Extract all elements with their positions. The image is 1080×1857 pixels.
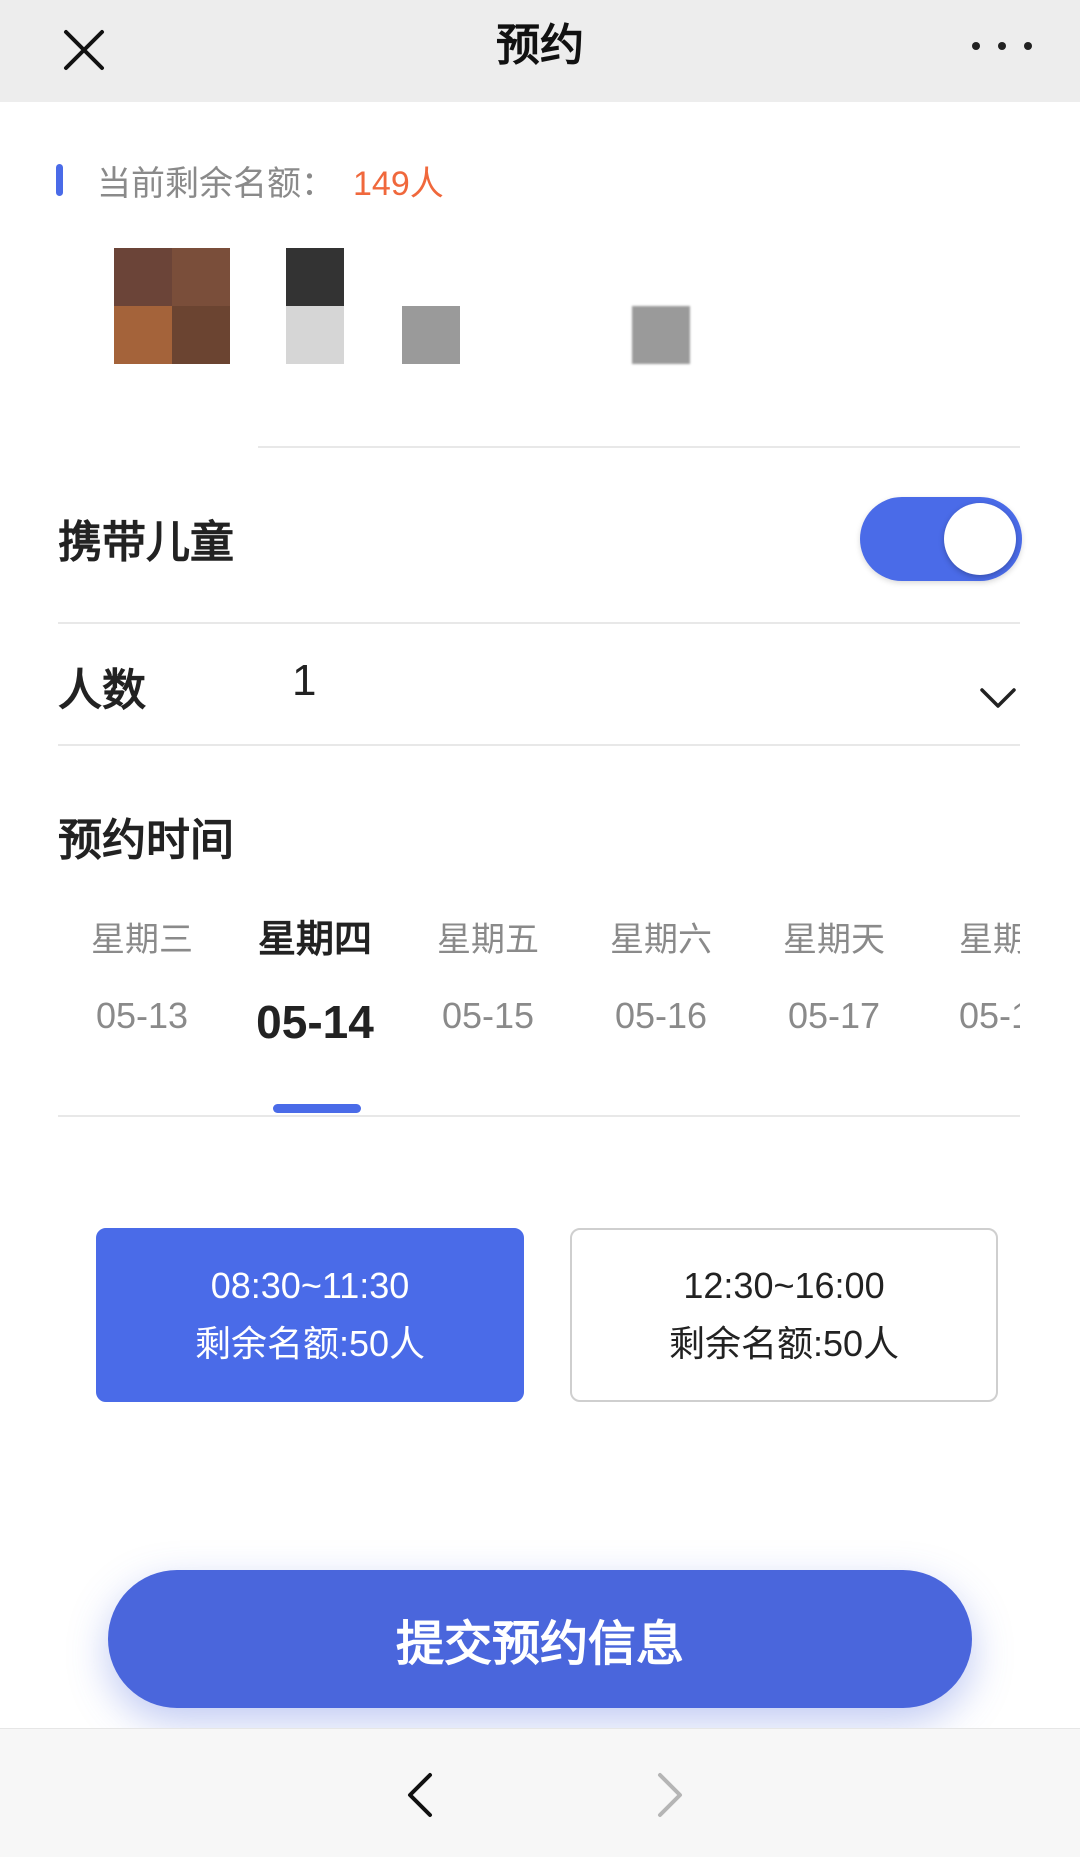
- slot-time: 12:30~16:00: [683, 1265, 885, 1306]
- chevron-right-icon[interactable]: [640, 1765, 700, 1825]
- divider: [58, 744, 1020, 746]
- day-weekday: 星期三: [91, 921, 193, 959]
- time-slot[interactable]: 12:30~16:00 剩余名额:50人: [570, 1228, 998, 1402]
- children-toggle[interactable]: [860, 497, 1022, 581]
- pixel-block: [286, 248, 344, 306]
- chevron-left-icon[interactable]: [390, 1765, 450, 1825]
- divider: [258, 446, 1020, 448]
- day-tab-active[interactable]: 星期四 05-14: [235, 910, 395, 1052]
- page-title: 预约: [496, 21, 584, 70]
- more-dot: [972, 42, 980, 50]
- divider: [58, 1115, 1020, 1117]
- quota-label: 当前剩余名额：: [97, 164, 335, 203]
- chevron-down-icon[interactable]: [976, 676, 1020, 720]
- day-tab[interactable]: 星期天 05-17: [754, 910, 914, 1046]
- pixel-block: [286, 306, 344, 364]
- pixel-block: [172, 306, 230, 364]
- day-weekday: 星期六: [610, 921, 712, 959]
- slot-time: 08:30~11:30: [210, 1265, 410, 1306]
- day-tab[interactable]: 星期六 05-16: [581, 910, 741, 1046]
- day-date: 05-16: [614, 995, 708, 1036]
- pixel-block: [632, 306, 690, 364]
- top-nav-bar: 预约: [0, 0, 1080, 102]
- quota-row: 当前剩余名额： 149人: [56, 156, 444, 204]
- day-date: 05-13: [95, 995, 189, 1036]
- day-date: 05-14: [256, 996, 374, 1048]
- day-tabs: 星期三 05-13 星期四 05-14 星期五 05-15 星期六 05-16 …: [58, 910, 1020, 1110]
- more-dot: [1024, 42, 1032, 50]
- divider: [58, 622, 1020, 624]
- pixel-block: [114, 306, 172, 364]
- more-dot: [998, 42, 1006, 50]
- toggle-knob: [944, 503, 1016, 575]
- day-tab[interactable]: 星期五 05-15: [408, 910, 568, 1046]
- day-weekday: 星期四: [257, 919, 372, 961]
- active-tab-indicator: [273, 1104, 361, 1113]
- time-slot-selected[interactable]: 08:30~11:30 剩余名额:50人: [96, 1228, 524, 1402]
- children-label: 携带儿童: [58, 518, 234, 567]
- pixel-block: [114, 248, 172, 306]
- day-date: 05-1: [959, 995, 1020, 1036]
- day-weekday: 星期: [959, 921, 1020, 959]
- pixel-block: [402, 306, 460, 364]
- day-tab[interactable]: 星期三 05-13: [62, 910, 222, 1046]
- quota-accent-bar: [56, 164, 63, 196]
- slot-remain: 剩余名额:50人: [194, 1323, 426, 1364]
- schedule-label: 预约时间: [58, 816, 234, 865]
- pixel-block: [172, 248, 230, 306]
- day-date: 05-15: [441, 995, 535, 1036]
- people-label: 人数: [58, 666, 146, 715]
- day-date: 05-17: [787, 995, 881, 1036]
- people-count-select[interactable]: 1: [292, 656, 316, 706]
- day-tab[interactable]: 星期 05-1: [927, 910, 1020, 1046]
- submit-button[interactable]: 提交预约信息: [108, 1570, 972, 1708]
- slot-remain: 剩余名额:50人: [668, 1323, 900, 1364]
- bottom-nav-bar: [0, 1728, 1080, 1857]
- day-weekday: 星期天: [783, 921, 885, 959]
- day-weekday: 星期五: [437, 921, 539, 959]
- quota-value: 149人: [353, 164, 444, 203]
- more-dots-icon[interactable]: [972, 26, 1032, 66]
